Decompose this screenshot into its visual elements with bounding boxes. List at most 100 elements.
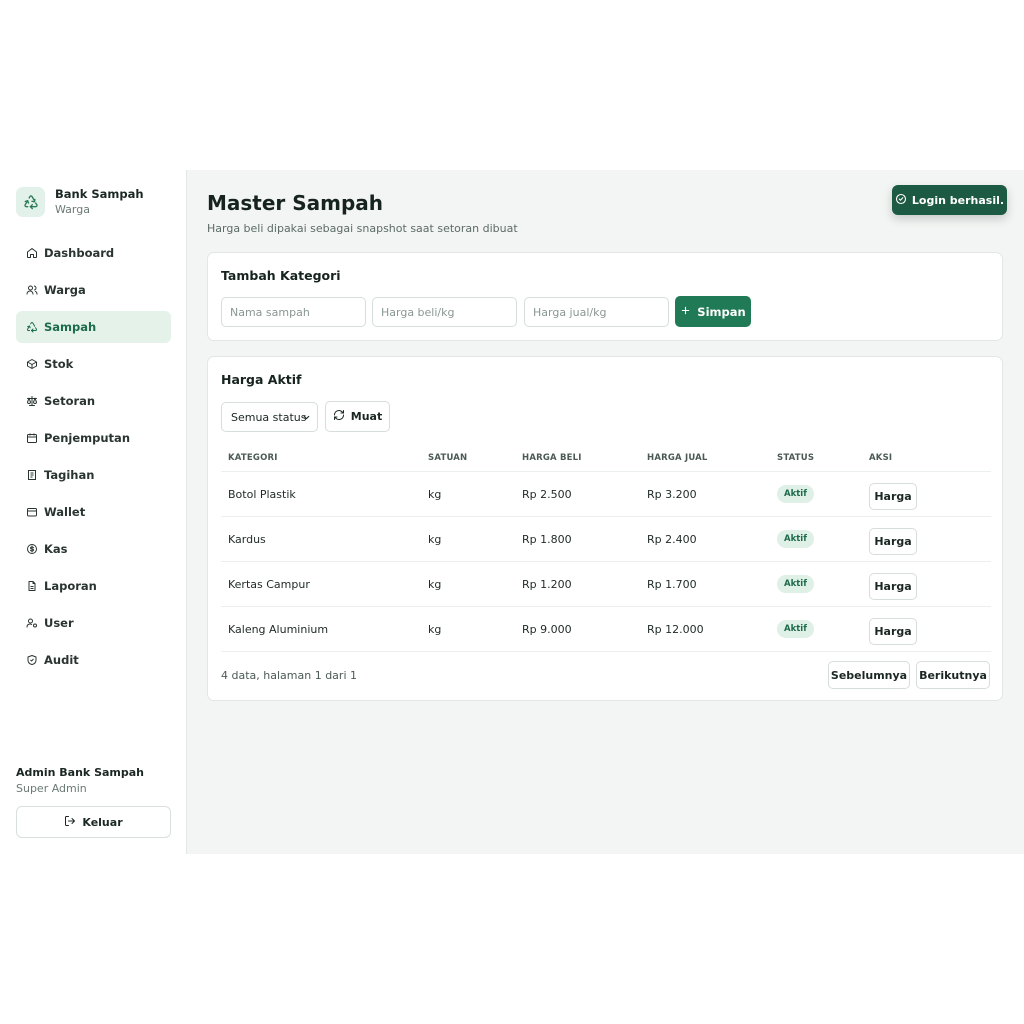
edit-price-button[interactable]: Harga — [869, 482, 917, 510]
sidebar-item-audit[interactable]: Audit — [16, 644, 171, 676]
cell-unit: kg — [428, 622, 442, 636]
status-badge: Aktif — [777, 530, 814, 548]
users-icon — [25, 284, 38, 297]
cell-unit: kg — [428, 487, 442, 501]
price-list-card: Harga Aktif Semua status Muat KATEGORI S… — [207, 356, 1003, 701]
sidebar-item-kas[interactable]: Kas — [16, 533, 171, 565]
price-list-title: Harga Aktif — [221, 372, 302, 387]
previous-page-button[interactable]: Sebelumnya — [828, 661, 910, 689]
cell-buy-price: Rp 1.200 — [522, 577, 572, 591]
logout-button[interactable]: Keluar — [16, 806, 171, 838]
sidebar-item-label: Wallet — [44, 505, 86, 519]
sidebar-item-label: Dashboard — [44, 246, 115, 260]
table-row: Kardus kg Rp 1.800 Rp 2.400 Aktif Harga — [221, 517, 991, 562]
dollar-circle-icon — [25, 543, 38, 556]
sidebar-item-label: Warga — [44, 283, 86, 297]
load-label: Muat — [350, 410, 383, 423]
cell-category: Kertas Campur — [228, 577, 310, 591]
edit-price-button[interactable]: Harga — [869, 572, 917, 600]
user-cog-icon — [25, 617, 38, 630]
sidebar-item-stok[interactable]: Stok — [16, 348, 171, 380]
scale-icon — [25, 395, 38, 408]
plus-icon — [680, 305, 691, 319]
app-window: Bank Sampah Warga Dashboard Warga Sampah… — [0, 170, 1024, 854]
brand: Bank Sampah Warga — [16, 187, 144, 218]
sidebar-item-wallet[interactable]: Wallet — [16, 496, 171, 528]
page-title: Master Sampah — [207, 191, 384, 215]
column-header-kategori: KATEGORI — [228, 453, 278, 463]
pagination-info: 4 data, halaman 1 dari 1 — [221, 669, 357, 682]
status-badge: Aktif — [777, 575, 814, 593]
sidebar-item-label: Sampah — [44, 320, 97, 334]
column-header-satuan: SATUAN — [428, 453, 468, 463]
home-icon — [25, 247, 38, 260]
sidebar-item-label: Penjemputan — [44, 431, 131, 445]
cell-unit: kg — [428, 532, 442, 546]
buy-price-input[interactable] — [372, 297, 517, 327]
column-header-harga-jual: HARGA JUAL — [647, 453, 708, 463]
sidebar-item-user[interactable]: User — [16, 607, 171, 639]
cell-sell-price: Rp 3.200 — [647, 487, 697, 501]
calendar-icon — [25, 432, 38, 445]
cell-status: Aktif — [777, 575, 869, 593]
chevron-down-icon — [302, 412, 311, 425]
sidebar-item-label: Stok — [44, 357, 74, 371]
sidebar-item-sampah[interactable]: Sampah — [16, 311, 171, 343]
user-role: Super Admin — [16, 782, 87, 795]
cell-status: Aktif — [777, 620, 869, 638]
sidebar-item-label: Kas — [44, 542, 68, 556]
sidebar-item-label: Laporan — [44, 579, 97, 593]
status-badge: Aktif — [777, 485, 814, 503]
column-header-aksi: AKSI — [869, 453, 893, 463]
user-name: Admin Bank Sampah — [16, 766, 144, 779]
sidebar-item-setoran[interactable]: Setoran — [16, 385, 171, 417]
cell-category: Botol Plastik — [228, 487, 296, 501]
sidebar-item-tagihan[interactable]: Tagihan — [16, 459, 171, 491]
column-header-status: STATUS — [777, 453, 815, 463]
cell-status: Aktif — [777, 530, 869, 548]
next-page-button[interactable]: Berikutnya — [916, 661, 990, 689]
cell-sell-price: Rp 1.700 — [647, 577, 697, 591]
logout-label: Keluar — [82, 815, 123, 829]
file-text-icon — [25, 580, 38, 593]
sidebar-item-warga[interactable]: Warga — [16, 274, 171, 306]
cell-buy-price: Rp 1.800 — [522, 532, 572, 546]
table-row: Kertas Campur kg Rp 1.200 Rp 1.700 Aktif… — [221, 562, 991, 607]
refresh-icon — [333, 409, 345, 424]
toast-text: Login berhasil. — [911, 193, 1005, 207]
cell-action: Harga — [869, 569, 979, 600]
sidebar-item-label: Audit — [44, 653, 79, 667]
edit-price-button[interactable]: Harga — [869, 617, 917, 645]
cell-unit: kg — [428, 577, 442, 591]
load-button[interactable]: Muat — [325, 401, 390, 432]
wallet-icon — [25, 506, 38, 519]
receipt-icon — [25, 469, 38, 482]
page-subtitle: Harga beli dipakai sebagai snapshot saat… — [207, 222, 518, 235]
brand-subtitle: Warga — [55, 203, 90, 216]
status-filter-select[interactable]: Semua status — [221, 402, 318, 432]
add-category-card: Tambah Kategori Simpan — [207, 252, 1003, 341]
price-table: KATEGORI SATUAN HARGA BELI HARGA JUAL ST… — [221, 445, 991, 652]
status-filter-value: Semua status — [231, 410, 307, 424]
logout-icon — [64, 815, 76, 830]
sell-price-input[interactable] — [524, 297, 669, 327]
cell-category: Kardus — [228, 532, 266, 546]
edit-price-button[interactable]: Harga — [869, 527, 917, 555]
cell-action: Harga — [869, 614, 979, 645]
check-circle-icon — [895, 193, 907, 208]
sidebar-item-label: User — [44, 616, 74, 630]
table-header: KATEGORI SATUAN HARGA BELI HARGA JUAL ST… — [221, 445, 991, 472]
sidebar-item-dashboard[interactable]: Dashboard — [16, 237, 171, 269]
name-input[interactable] — [221, 297, 366, 327]
toast-notification: Login berhasil. — [892, 185, 1007, 215]
current-user: Admin Bank Sampah Super Admin — [16, 766, 144, 798]
sidebar-item-penjemputan[interactable]: Penjemputan — [16, 422, 171, 454]
add-category-title: Tambah Kategori — [221, 268, 341, 283]
cell-sell-price: Rp 2.400 — [647, 532, 697, 546]
sidebar-nav: Dashboard Warga Sampah Stok Setoran Penj… — [16, 237, 171, 681]
brand-title: Bank Sampah — [55, 187, 144, 201]
cell-sell-price: Rp 12.000 — [647, 622, 704, 636]
sidebar-item-laporan[interactable]: Laporan — [16, 570, 171, 602]
column-header-harga-beli: HARGA BELI — [522, 453, 582, 463]
save-button[interactable]: Simpan — [675, 296, 751, 327]
